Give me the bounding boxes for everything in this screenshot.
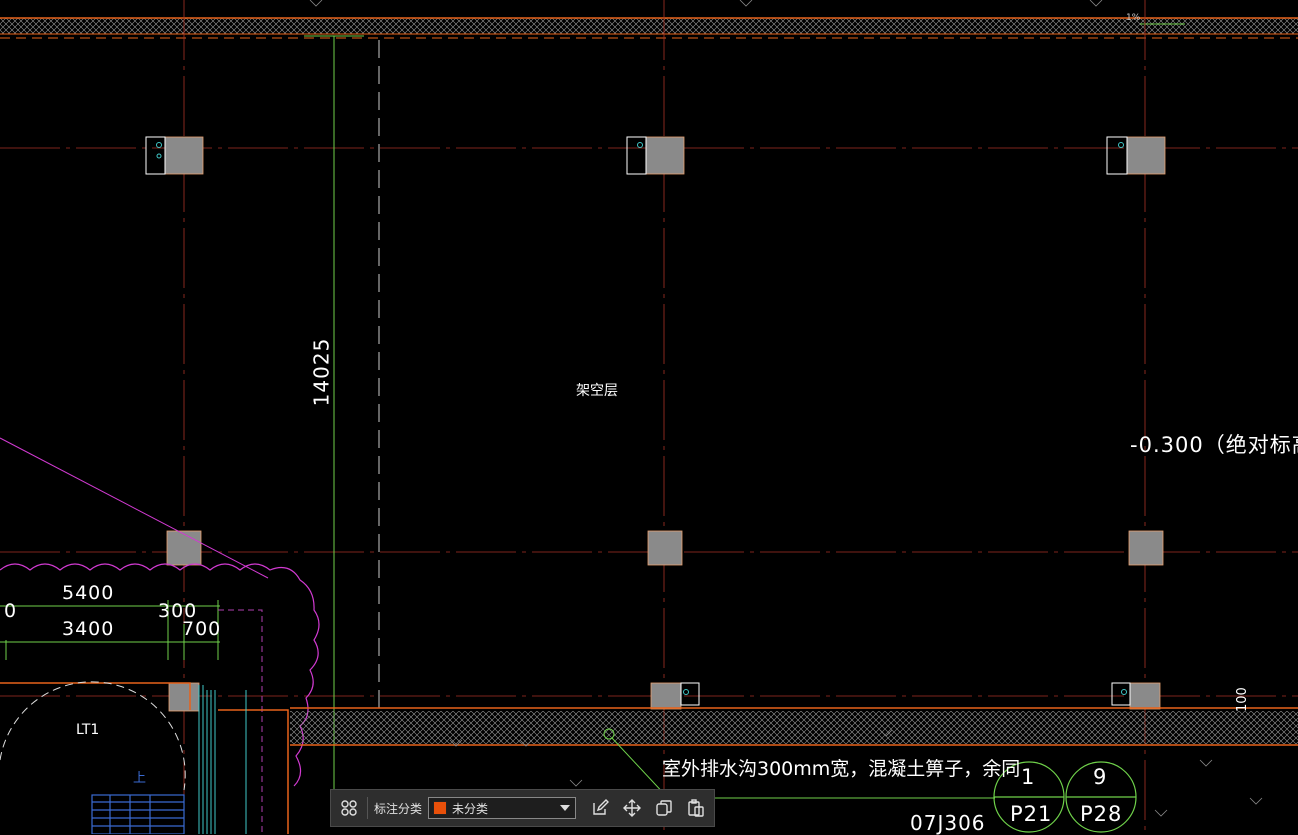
downpipe-boxes	[145, 136, 1131, 706]
tree-outline	[0, 563, 320, 787]
stair-up-label: 上	[133, 771, 147, 786]
detail-2-sheet: P28	[1080, 802, 1123, 826]
paste-icon[interactable]	[684, 796, 708, 820]
top-hatch-band	[0, 17, 1298, 39]
stair-treads	[91, 794, 185, 834]
stair-wall-lines	[198, 685, 247, 834]
ref-code: 07J306	[910, 811, 986, 835]
slope-arrows	[309, 0, 1263, 817]
dim-700: 700	[182, 618, 222, 640]
cad-drawing-canvas[interactable]	[0, 0, 1298, 834]
detail-1-number: 1	[1021, 765, 1036, 789]
annotation-toolbar: 标注分类 未分类	[330, 789, 715, 827]
grid-icon[interactable]	[337, 796, 361, 820]
vertical-dimension-text: 14025	[309, 337, 334, 407]
annotation-category-label: 标注分类	[374, 801, 423, 816]
detail-2-number: 9	[1093, 765, 1108, 789]
toolbar-separator	[367, 797, 368, 819]
magenta-diagonal	[0, 437, 269, 579]
category-color-swatch	[433, 801, 448, 815]
side-mark: 100	[1235, 687, 1250, 712]
columns	[164, 136, 1166, 712]
room-label: 架空层	[576, 383, 618, 399]
edit-icon[interactable]	[588, 796, 612, 820]
copy-icon[interactable]	[652, 796, 676, 820]
drain-note: 室外排水沟300mm宽，混凝土箅子，余同	[662, 758, 1021, 780]
detail-1-sheet: P21	[1010, 802, 1053, 826]
slope-mark: 1%	[1126, 13, 1141, 23]
chevron-down-icon	[560, 805, 571, 811]
boundary-dashed	[218, 609, 263, 834]
bottom-drain-hatch	[290, 711, 1298, 744]
annotation-category-select[interactable]: 未分类	[428, 797, 577, 819]
dim-5400: 5400	[62, 582, 115, 604]
stair-label: LT1	[76, 722, 100, 738]
move-icon[interactable]	[620, 796, 644, 820]
dim-3400: 3400	[62, 618, 115, 640]
elevation-text: -0.300（绝对标高	[1130, 433, 1298, 457]
category-selected-value: 未分类	[452, 801, 489, 816]
dim-0: 0	[4, 600, 18, 622]
